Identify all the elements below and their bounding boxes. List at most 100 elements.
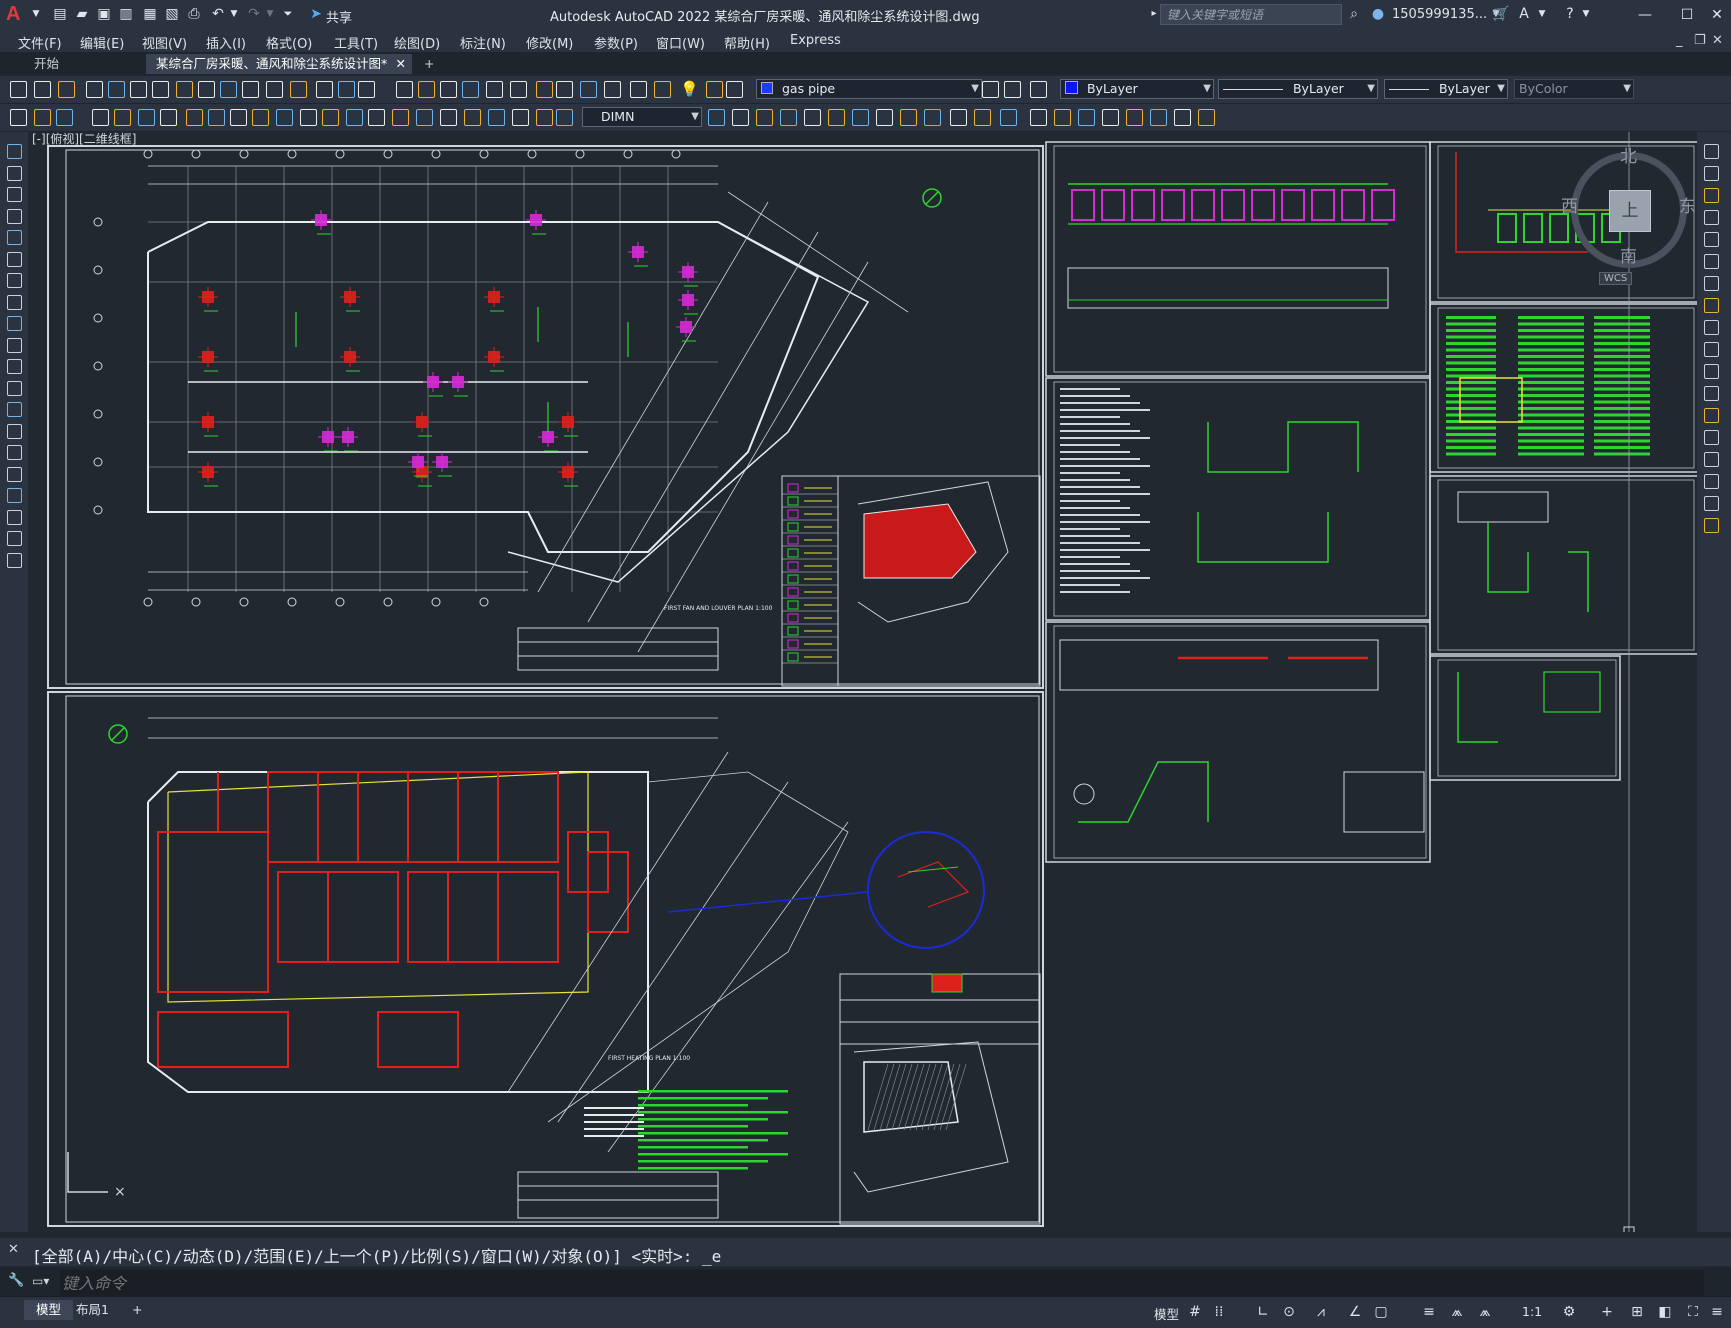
user-account-label[interactable]: 1505999135... [1392, 7, 1487, 22]
vertical-tool-icon[interactable] [1704, 232, 1719, 247]
ortho-icon[interactable]: ∟ [1254, 1303, 1272, 1321]
toolbar-tool-icon[interactable] [706, 81, 723, 98]
toolbar-tool-icon[interactable] [486, 81, 503, 98]
toolbar-tool-icon[interactable] [392, 109, 409, 126]
vertical-tool-icon[interactable] [1704, 386, 1719, 401]
doc-close-icon[interactable]: ✕ [1712, 33, 1723, 48]
annotation-autoscale-icon[interactable]: ⩕ [1476, 1303, 1494, 1321]
vertical-tool-icon[interactable] [7, 251, 22, 267]
plus-icon[interactable]: + [1598, 1303, 1616, 1321]
tab-layout1[interactable]: 布局1 [64, 1300, 121, 1320]
dimstyle-dropdown[interactable]: DIMN ▼ [582, 107, 702, 127]
viewcube-north[interactable]: 北 [1620, 142, 1637, 167]
vertical-tool-icon[interactable] [7, 187, 22, 202]
toolbar-tool-icon[interactable] [488, 109, 505, 126]
vertical-tool-icon[interactable] [7, 466, 22, 482]
toolbar-tool-icon[interactable] [512, 109, 529, 126]
close-icon[interactable]: ✕ [1704, 4, 1730, 26]
vertical-tool-icon[interactable] [1704, 496, 1719, 511]
annotation-visibility-icon[interactable]: ⩕ [1448, 1303, 1466, 1321]
vertical-tool-icon[interactable] [7, 531, 22, 546]
save-web-icon[interactable]: ▧ [164, 6, 180, 22]
toolbar-tool-icon[interactable] [1054, 109, 1071, 126]
vertical-tool-icon[interactable] [1704, 474, 1719, 489]
layer-dropdown[interactable]: gas pipe ▼ [756, 79, 982, 99]
save-icon[interactable]: ▣ [96, 6, 112, 22]
redo-icon[interactable]: ↷ [246, 6, 262, 22]
toolbar-tool-icon[interactable] [1174, 109, 1191, 126]
toolbar-tool-icon[interactable] [536, 109, 553, 126]
annotation-scale[interactable]: 1:1 [1522, 1304, 1542, 1319]
toolbar-tool-icon[interactable] [828, 109, 845, 126]
vertical-tool-icon[interactable] [1704, 276, 1719, 291]
vertical-tool-icon[interactable] [1704, 364, 1719, 379]
vertical-tool-icon[interactable] [1704, 320, 1719, 335]
tab-close-icon[interactable]: ✕ [396, 54, 406, 74]
new-file-icon[interactable]: ▤ [52, 6, 68, 22]
open-folder-icon[interactable]: ▰ [74, 6, 90, 22]
toolbar-tool-icon[interactable] [252, 109, 269, 126]
toolbar-tool-icon[interactable] [1102, 109, 1119, 126]
toolbar-tool-icon[interactable] [396, 81, 413, 98]
cart-icon[interactable]: 🛒 [1492, 6, 1509, 22]
vertical-tool-icon[interactable] [1704, 188, 1719, 203]
toolbar-tool-icon[interactable] [346, 109, 363, 126]
toolbar-tool-icon[interactable] [604, 81, 621, 98]
menu-parametric[interactable]: 参数(P) [594, 33, 638, 52]
toolbar-tool-icon[interactable] [780, 109, 797, 126]
vertical-tool-icon[interactable] [1704, 298, 1719, 313]
print-icon[interactable]: ⎙ [186, 6, 202, 22]
toolbar-tool-icon[interactable] [950, 109, 967, 126]
snap-icon[interactable]: ⁞⁞ [1210, 1303, 1228, 1321]
toolbar-tool-icon[interactable] [176, 81, 193, 98]
toolbar-tool-icon[interactable] [10, 109, 27, 126]
toolbar-tool-icon[interactable] [900, 109, 917, 126]
undo-icon[interactable]: ↶ [210, 6, 226, 22]
autocad-logo-icon[interactable]: A [6, 3, 24, 25]
wrench-icon[interactable]: 🔧 [8, 1273, 24, 1288]
doc-restore-icon[interactable]: ❐ [1694, 33, 1706, 48]
plotstyle-dropdown[interactable]: ByColor ▼ [1514, 79, 1634, 99]
menu-window[interactable]: 窗口(W) [656, 33, 705, 52]
toolbar-tool-icon[interactable] [186, 109, 203, 126]
toolbar-tool-icon[interactable] [58, 81, 75, 98]
toolbar-tool-icon[interactable] [440, 81, 457, 98]
toolbar-tool-icon[interactable] [1000, 109, 1017, 126]
toolbar-tool-icon[interactable] [220, 81, 237, 98]
toolbar-tool-icon[interactable] [92, 109, 109, 126]
toolbar-tool-icon[interactable] [1126, 109, 1143, 126]
toolbar-tool-icon[interactable] [10, 81, 27, 98]
vertical-tool-icon[interactable] [1704, 342, 1719, 357]
toolbar-tool-icon[interactable] [208, 109, 225, 126]
customize-qat-icon[interactable]: ⏷ [280, 6, 296, 22]
toolbar-tool-icon[interactable] [536, 81, 553, 98]
menu-view[interactable]: 视图(V) [142, 33, 187, 52]
toolbar-tool-icon[interactable] [1078, 109, 1095, 126]
toolbar-tool-icon[interactable] [138, 109, 155, 126]
help-search-input[interactable]: 键入关键字或短语 [1160, 4, 1342, 25]
drawing-canvas[interactable]: FIRST FAN AND LOUVER PLAN 1:100 FIRST HE… [28, 132, 1697, 1232]
toolbar-tool-icon[interactable] [198, 81, 215, 98]
menu-insert[interactable]: 插入(I) [206, 33, 246, 52]
redo-dropdown-icon[interactable]: ▼ [262, 6, 278, 22]
wcs-menu[interactable]: WCS [1599, 272, 1633, 285]
toolbar-tool-icon[interactable] [338, 81, 355, 98]
menu-tools[interactable]: 工具(T) [334, 33, 378, 52]
app-menu-arrow-icon[interactable]: ▼ [28, 6, 44, 22]
toolbar-tool-icon[interactable] [86, 81, 103, 98]
menu-file[interactable]: 文件(F) [18, 33, 62, 52]
toolbar-tool-icon[interactable] [230, 109, 247, 126]
toolbar-tool-icon[interactable] [316, 81, 333, 98]
vertical-tool-icon[interactable] [1704, 166, 1719, 181]
toolbar-tool-icon[interactable] [34, 81, 51, 98]
toolbar-tool-icon[interactable] [804, 109, 821, 126]
vertical-tool-icon[interactable] [1704, 144, 1719, 159]
menu-format[interactable]: 格式(O) [266, 33, 312, 52]
model-space-button[interactable]: 模型 [1154, 1304, 1179, 1323]
vertical-tool-icon[interactable] [1704, 254, 1719, 269]
vertical-tool-icon[interactable] [7, 445, 22, 460]
toolbar-tool-icon[interactable] [974, 109, 991, 126]
vertical-tool-icon[interactable] [7, 316, 22, 331]
undo-dropdown-icon[interactable]: ▼ [226, 6, 242, 22]
menu-edit[interactable]: 编辑(E) [80, 33, 124, 52]
